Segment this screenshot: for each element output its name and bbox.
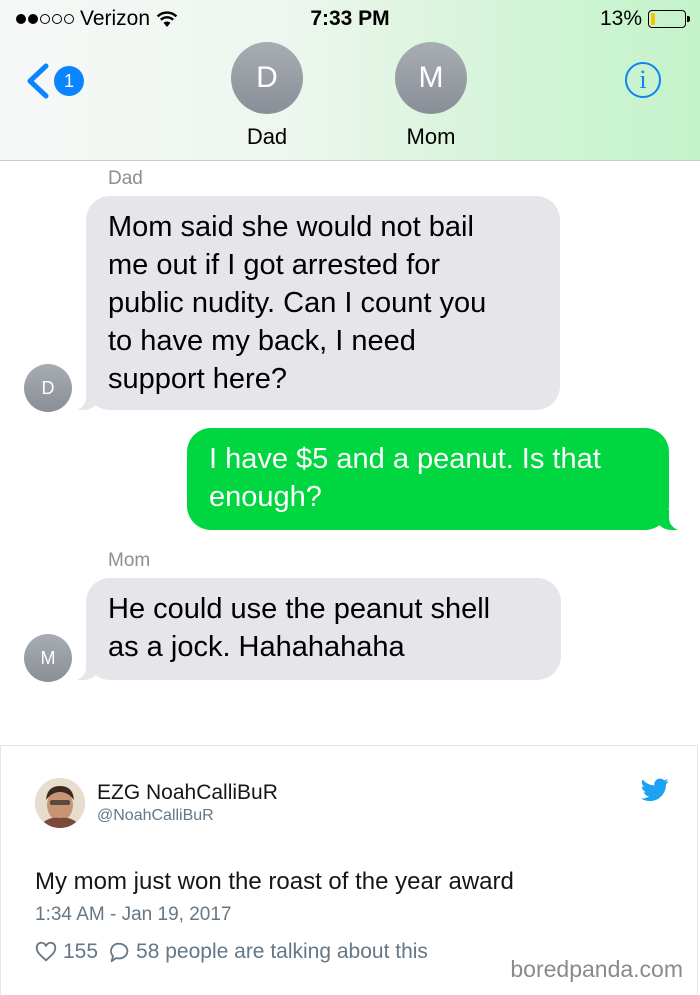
battery-percent: 13% (599, 7, 642, 30)
message-bubble-received[interactable]: Mom said she would not bail me out if I … (72, 196, 560, 410)
contact-mom[interactable]: M Mom (386, 42, 476, 150)
unread-count-badge: 1 (54, 66, 84, 96)
tweet-handle[interactable]: @NoahCalliBuR (97, 807, 214, 825)
avatar[interactable] (35, 778, 85, 828)
tweet-actions: 155 58 people are talking about this (35, 940, 428, 964)
info-button[interactable]: i (625, 62, 661, 98)
chevron-left-icon (27, 63, 49, 99)
tweet-card: EZG NoahCalliBuR @NoahCalliBuR My mom ju… (0, 745, 698, 995)
profile-photo (35, 778, 85, 828)
like-count: 155 (63, 940, 99, 963)
tweet-display-name[interactable]: EZG NoahCalliBuR (97, 781, 278, 805)
sender-avatar: M (24, 634, 72, 682)
status-time: 7:33 PM (310, 7, 390, 30)
message-bubble-sent[interactable]: I have $5 and a peanut. Is that enough? (187, 428, 683, 530)
tweet-timestamp[interactable]: 1:34 AM - Jan 19, 2017 (35, 904, 231, 926)
info-icon: i (639, 65, 647, 94)
sender-label: Mom (108, 550, 151, 571)
status-bar: Verizon 7:33 PM 13% (0, 0, 700, 40)
conversation-header: Verizon 7:33 PM 13% 1 D Dad M Mom i (0, 0, 700, 161)
twitter-bird-icon[interactable] (641, 778, 669, 802)
battery-level-fill (651, 13, 656, 25)
sender-avatar: D (24, 364, 72, 412)
contact-dad[interactable]: D Dad (222, 42, 312, 150)
contact-name: Mom (406, 124, 456, 149)
heart-icon[interactable] (35, 941, 57, 963)
avatar: D (231, 42, 303, 114)
avatar: M (395, 42, 467, 114)
battery-icon (648, 10, 690, 28)
tweet-text: My mom just won the roast of the year aw… (35, 868, 514, 895)
watermark: boredpanda.com (510, 956, 683, 982)
back-button[interactable]: 1 (20, 62, 84, 100)
reply-bubble-icon[interactable] (108, 941, 130, 963)
message-bubble-received[interactable]: He could use the peanut shell as a jock.… (72, 578, 561, 680)
contact-name: Dad (246, 124, 288, 149)
conversation-count[interactable]: 58 people are talking about this (136, 940, 428, 964)
sender-label: Dad (108, 168, 143, 189)
